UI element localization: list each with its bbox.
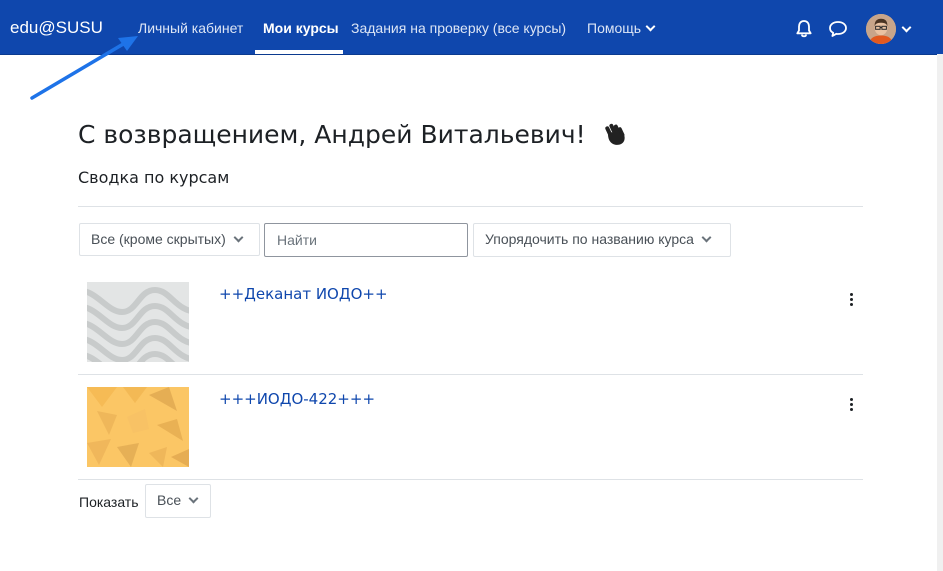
chevron-down-icon <box>701 232 712 243</box>
divider <box>78 206 863 207</box>
paging-dropdown[interactable]: Все <box>145 484 211 518</box>
grouping-dropdown-label: Все (кроме скрытых) <box>91 231 226 247</box>
chevron-down-icon <box>645 21 656 32</box>
user-menu-chevron-icon[interactable] <box>901 22 912 33</box>
nav-item-help[interactable]: Помощь <box>587 20 656 37</box>
active-tab-indicator <box>255 50 343 54</box>
course-menu-kebab-icon[interactable] <box>846 398 856 414</box>
nav-item-dashboard[interactable]: Личный кабинет <box>138 20 243 37</box>
waving-hand-icon <box>605 123 625 145</box>
nav-item-my-courses[interactable]: Мои курсы <box>263 20 339 37</box>
nav-item-grading[interactable]: Задания на проверку (все курсы) <box>351 20 566 37</box>
divider <box>78 479 863 480</box>
course-image[interactable] <box>87 282 189 362</box>
paging-dropdown-label: Все <box>157 492 182 508</box>
course-link[interactable]: ++Деканат ИОДО++ <box>219 285 388 303</box>
course-overview-title: Сводка по курсам <box>78 168 230 187</box>
chevron-down-icon <box>188 493 199 504</box>
welcome-heading: С возвращением, Андрей Витальевич! <box>78 120 586 149</box>
user-avatar[interactable] <box>866 14 896 44</box>
chevron-down-icon <box>233 232 244 243</box>
show-label: Показать <box>79 494 139 510</box>
sort-dropdown-label: Упорядочить по названию курса <box>485 231 694 247</box>
course-search-input[interactable] <box>264 223 468 257</box>
course-menu-kebab-icon[interactable] <box>846 293 856 309</box>
course-image[interactable] <box>87 387 189 467</box>
grouping-dropdown[interactable]: Все (кроме скрытых) <box>79 223 260 256</box>
divider <box>78 374 863 375</box>
scrollbar[interactable] <box>937 54 943 571</box>
course-link[interactable]: +++ИОДО-422+++ <box>219 390 375 408</box>
sort-dropdown[interactable]: Упорядочить по названию курса <box>473 223 731 257</box>
annotation-arrow-icon <box>30 36 138 100</box>
chat-icon[interactable] <box>828 20 848 38</box>
bell-icon[interactable] <box>795 19 813 39</box>
nav-item-help-label: Помощь <box>587 20 642 36</box>
